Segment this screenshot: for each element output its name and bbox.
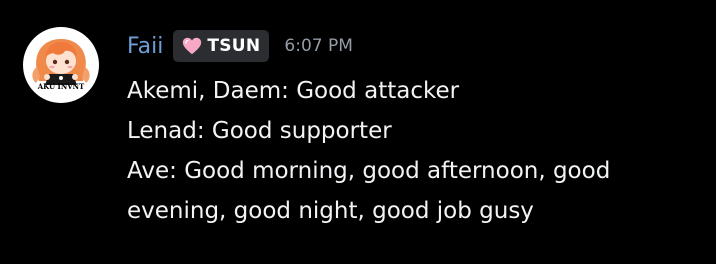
- message-line: Akemi, Daem: Good attacker: [127, 78, 460, 104]
- message-content: Akemi, Daem: Good attacker Lenad: Good s…: [127, 71, 702, 231]
- avatar-artwork: [32, 39, 90, 85]
- avatar[interactable]: AKU INVNT: [23, 27, 99, 103]
- tag-label: TSUN: [207, 36, 261, 56]
- username[interactable]: Faii: [127, 34, 163, 59]
- chat-message: AKU INVNT Faii TSUN 6:07 PM Akemi, Daem:…: [0, 0, 716, 264]
- server-tag[interactable]: TSUN: [173, 30, 270, 62]
- message-header: Faii TSUN 6:07 PM: [127, 29, 353, 63]
- message-line: Lenad: Good supporter: [127, 118, 392, 144]
- timestamp[interactable]: 6:07 PM: [284, 36, 353, 56]
- avatar-caption: AKU INVNT: [37, 82, 85, 91]
- pink-heart-icon: [183, 37, 202, 55]
- message-line: Ave: Good morning, good afternoon, good …: [127, 158, 611, 224]
